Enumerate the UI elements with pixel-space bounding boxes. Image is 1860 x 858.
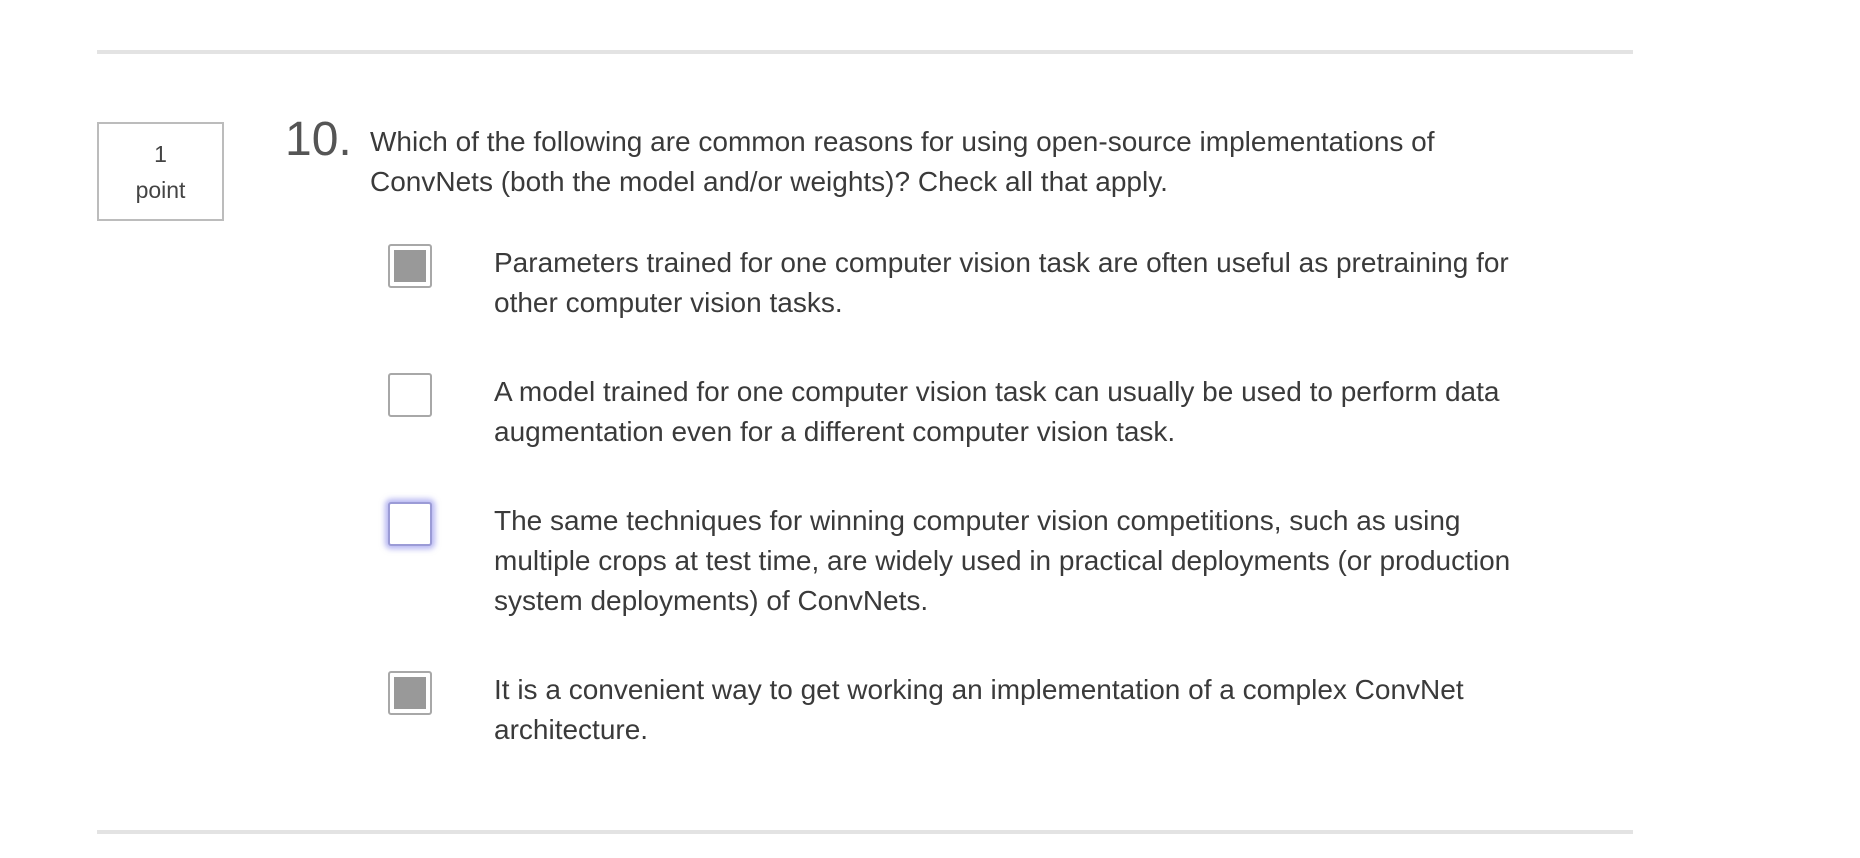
bottom-divider (97, 830, 1633, 834)
option-checkbox[interactable] (388, 373, 432, 417)
option-label[interactable]: The same techniques for winning computer… (494, 501, 1554, 621)
check-fill-icon (394, 677, 426, 709)
option-checkbox[interactable] (388, 502, 432, 546)
question-text: Which of the following are common reason… (370, 126, 1435, 197)
answer-option[interactable]: The same techniques for winning computer… (388, 501, 1588, 621)
option-label[interactable]: It is a convenient way to get working an… (494, 670, 1554, 750)
quiz-question-page: 1 point 10. Which of the following are c… (0, 0, 1860, 858)
option-checkbox[interactable] (388, 244, 432, 288)
option-label[interactable]: Parameters trained for one computer visi… (494, 243, 1554, 323)
top-divider (97, 50, 1633, 54)
option-label[interactable]: A model trained for one computer vision … (494, 372, 1554, 452)
answer-option[interactable]: It is a convenient way to get working an… (388, 670, 1588, 750)
points-unit: point (135, 176, 186, 203)
question-number: 10. (285, 113, 352, 166)
answer-option[interactable]: A model trained for one computer vision … (388, 372, 1588, 452)
points-badge: 1 point (97, 122, 224, 221)
answer-options: Parameters trained for one computer visi… (388, 243, 1588, 750)
option-checkbox[interactable] (388, 671, 432, 715)
check-fill-icon (394, 250, 426, 282)
points-value: 1 (154, 140, 167, 167)
answer-option[interactable]: Parameters trained for one computer visi… (388, 243, 1588, 323)
